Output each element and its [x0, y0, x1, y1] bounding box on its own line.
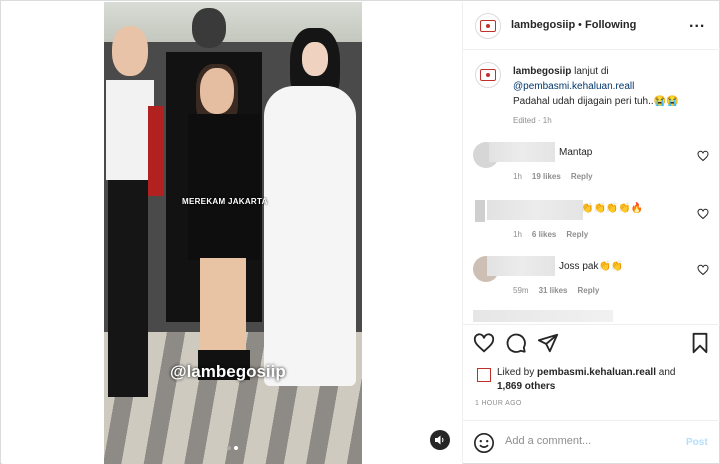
post-dialog: MEREKAM JAKARTA @lambegosiip lambegosiip…	[0, 0, 720, 464]
video-figure	[302, 42, 328, 76]
liked-by-text: Liked by pembasmi.kehaluan.reall and 1,8…	[497, 366, 707, 394]
comment-avatar-blurred	[475, 200, 485, 222]
comment-reply-button[interactable]: Reply	[577, 286, 599, 295]
post-comment-button[interactable]: Post	[686, 437, 708, 448]
video-figure	[148, 106, 164, 196]
share-paper-plane-icon[interactable]	[537, 332, 559, 354]
comment-reply-button[interactable]: Reply	[566, 230, 588, 239]
post-sidebar: lambegosiip • Following ... lambegosiip …	[462, 2, 720, 464]
liked-by-prefix: Liked by	[497, 367, 535, 378]
caption-text: lambegosiip lanjut di @pembasmi.kehaluan…	[513, 64, 713, 109]
divider	[463, 324, 720, 325]
video-figure	[192, 8, 226, 48]
header-username[interactable]: lambegosiip	[511, 19, 575, 31]
liked-by-and: and	[658, 367, 676, 378]
video-figure	[106, 80, 154, 180]
comment-username-blurred	[487, 256, 555, 276]
caption-line1: lanjut di	[574, 66, 609, 77]
comment-item: 👏👏👏👏🔥 1h 6 likes Reply	[463, 200, 720, 250]
video-watermark-bottom: @lambegosiip	[170, 362, 286, 381]
caption-line2: Padahal udah dijagain peri tuh..😭😭	[513, 96, 679, 107]
video-player[interactable]: MEREKAM JAKARTA @lambegosiip	[104, 2, 362, 464]
comment-username-blurred	[487, 200, 583, 220]
caption-username[interactable]: lambegosiip	[513, 66, 571, 77]
speaker-icon	[435, 435, 444, 445]
liked-by-others-link[interactable]: 1,869 others	[497, 381, 555, 392]
comment-likes[interactable]: 6 likes	[532, 230, 556, 239]
bookmark-icon[interactable]	[689, 332, 711, 354]
comment-reply-button[interactable]: Reply	[571, 172, 593, 181]
comment-bubble-icon[interactable]	[505, 332, 527, 354]
comment-time: 1h	[513, 230, 522, 239]
caption-meta: Edited · 1h	[513, 116, 552, 125]
video-figure	[188, 114, 260, 260]
video-figure	[200, 258, 246, 354]
carousel-dot-active[interactable]	[234, 446, 238, 450]
caption-mention-link[interactable]: @pembasmi.kehaluan.reall	[513, 81, 634, 92]
sound-toggle-button[interactable]	[430, 430, 450, 450]
header-separator: •	[578, 19, 582, 31]
comment-time: 1h	[513, 172, 522, 181]
video-figure	[200, 68, 234, 114]
video-figure	[108, 177, 148, 397]
carousel-dot[interactable]	[227, 446, 231, 450]
like-heart-icon[interactable]	[473, 332, 495, 354]
heart-icon[interactable]	[697, 150, 709, 162]
comment-text: Mantap	[559, 147, 593, 158]
emoji-smile-icon[interactable]	[473, 432, 495, 454]
comment-text: Joss pak👏👏	[559, 261, 624, 272]
heart-icon[interactable]	[697, 264, 709, 276]
carousel-indicator	[227, 446, 238, 450]
media-pane: MEREKAM JAKARTA @lambegosiip	[2, 2, 462, 464]
comment-item: Joss pak👏👏 59m 31 likes Reply	[463, 256, 720, 306]
comment-meta: 59m 31 likes Reply	[513, 286, 599, 295]
video-watermark-top: MEREKAM JAKARTA	[182, 197, 268, 206]
more-options-icon[interactable]: ...	[689, 14, 705, 32]
video-figure	[112, 26, 148, 76]
comment-text: 👏👏👏👏🔥	[581, 203, 644, 214]
post-header: lambegosiip • Following ...	[463, 2, 720, 50]
post-actions	[473, 332, 711, 358]
comment-meta: 1h 19 likes Reply	[513, 172, 593, 181]
comment-likes[interactable]: 31 likes	[539, 286, 568, 295]
comment-time: 59m	[513, 286, 529, 295]
avatar[interactable]	[475, 13, 501, 39]
comment-item-partial	[473, 310, 613, 322]
liked-by-user-link[interactable]: pembasmi.kehaluan.reall	[537, 367, 656, 378]
avatar[interactable]	[475, 62, 501, 88]
video-figure	[264, 86, 356, 386]
comment-likes[interactable]: 19 likes	[532, 172, 561, 181]
liked-by-avatar[interactable]	[477, 368, 491, 382]
following-button[interactable]: Following	[585, 19, 636, 31]
comment-username-blurred	[489, 142, 555, 162]
comment-meta: 1h 6 likes Reply	[513, 230, 588, 239]
heart-icon[interactable]	[697, 208, 709, 220]
add-comment-input[interactable]: Add a comment...	[505, 435, 675, 447]
post-timestamp[interactable]: 1 HOUR AGO	[475, 400, 522, 407]
add-comment-bar: Add a comment... Post	[463, 420, 720, 464]
comment-item: Mantap 1h 19 likes Reply	[463, 142, 720, 192]
